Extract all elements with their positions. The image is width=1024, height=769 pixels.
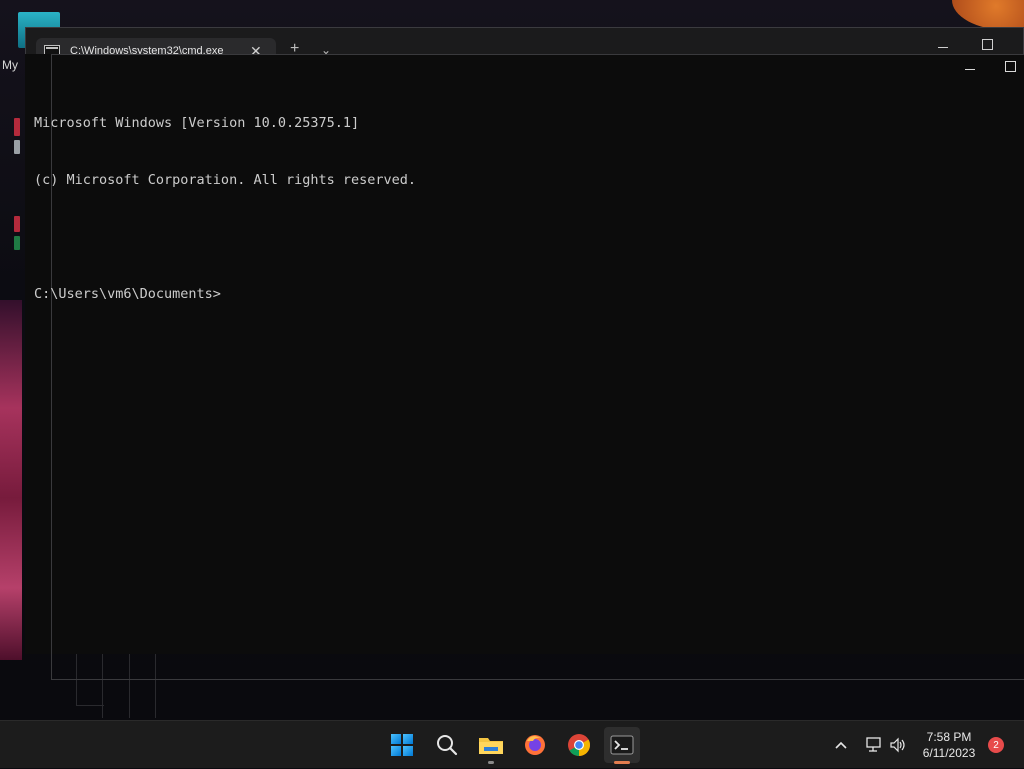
minimize-icon: [965, 69, 975, 70]
volume-button[interactable]: [886, 737, 910, 753]
wallpaper-mark: [14, 140, 20, 154]
wallpaper-line: [76, 705, 104, 706]
clock-time: 7:58 PM: [926, 730, 972, 744]
maximize-button[interactable]: [1005, 58, 1016, 75]
start-button[interactable]: [384, 727, 420, 763]
show-hidden-icons-button[interactable]: [830, 741, 852, 749]
running-indicator: [488, 761, 494, 764]
window-controls-back: [938, 36, 993, 53]
terminal-button[interactable]: [604, 727, 640, 764]
firefox-button[interactable]: [517, 727, 553, 763]
wallpaper-mark: [14, 216, 20, 232]
minimize-icon: [938, 47, 948, 48]
console-line: Microsoft Windows [Version 10.0.25375.1]: [34, 115, 360, 131]
speaker-icon: [890, 737, 905, 753]
firefox-icon: [525, 735, 545, 755]
chevron-up-icon: [835, 741, 847, 749]
search-icon: [437, 735, 458, 756]
notification-badge[interactable]: 2: [988, 737, 1004, 753]
console-line: (c) Microsoft Corporation. All rights re…: [34, 172, 417, 188]
desktop-shortcut-label[interactable]: My: [2, 58, 18, 72]
windows-start-icon: [391, 734, 413, 756]
network-button[interactable]: [862, 737, 886, 753]
clock-date: 6/11/2023: [922, 746, 976, 760]
clock[interactable]: 7:58 PM 6/11/2023: [918, 729, 980, 761]
maximize-icon: [982, 39, 993, 50]
minimize-button[interactable]: [938, 36, 948, 53]
search-button[interactable]: [429, 727, 465, 763]
wallpaper-mark: [14, 236, 20, 250]
wallpaper-planet: [952, 0, 1024, 30]
minimize-button[interactable]: [965, 58, 975, 75]
chrome-button[interactable]: [561, 727, 597, 763]
console-window[interactable]: Microsoft Windows [Version 10.0.25375.1]…: [25, 54, 1024, 680]
maximize-button[interactable]: [982, 36, 993, 53]
wallpaper-mark: [14, 118, 20, 136]
console-output[interactable]: Microsoft Windows [Version 10.0.25375.1]…: [34, 76, 416, 342]
network-icon: [866, 737, 881, 752]
chrome-icon: [568, 734, 590, 756]
folder-icon: [479, 738, 503, 754]
console-prompt[interactable]: C:\Users\vm6\Documents>: [34, 285, 416, 304]
active-indicator: [614, 761, 630, 764]
system-tray: [830, 721, 910, 769]
taskbar: 7:58 PM 6/11/2023 2: [0, 720, 1024, 768]
terminal-icon: [610, 735, 634, 755]
maximize-icon: [1005, 61, 1016, 72]
window-controls-front: [965, 58, 1016, 75]
file-explorer-button[interactable]: [473, 727, 509, 764]
wallpaper-art: [0, 300, 22, 660]
